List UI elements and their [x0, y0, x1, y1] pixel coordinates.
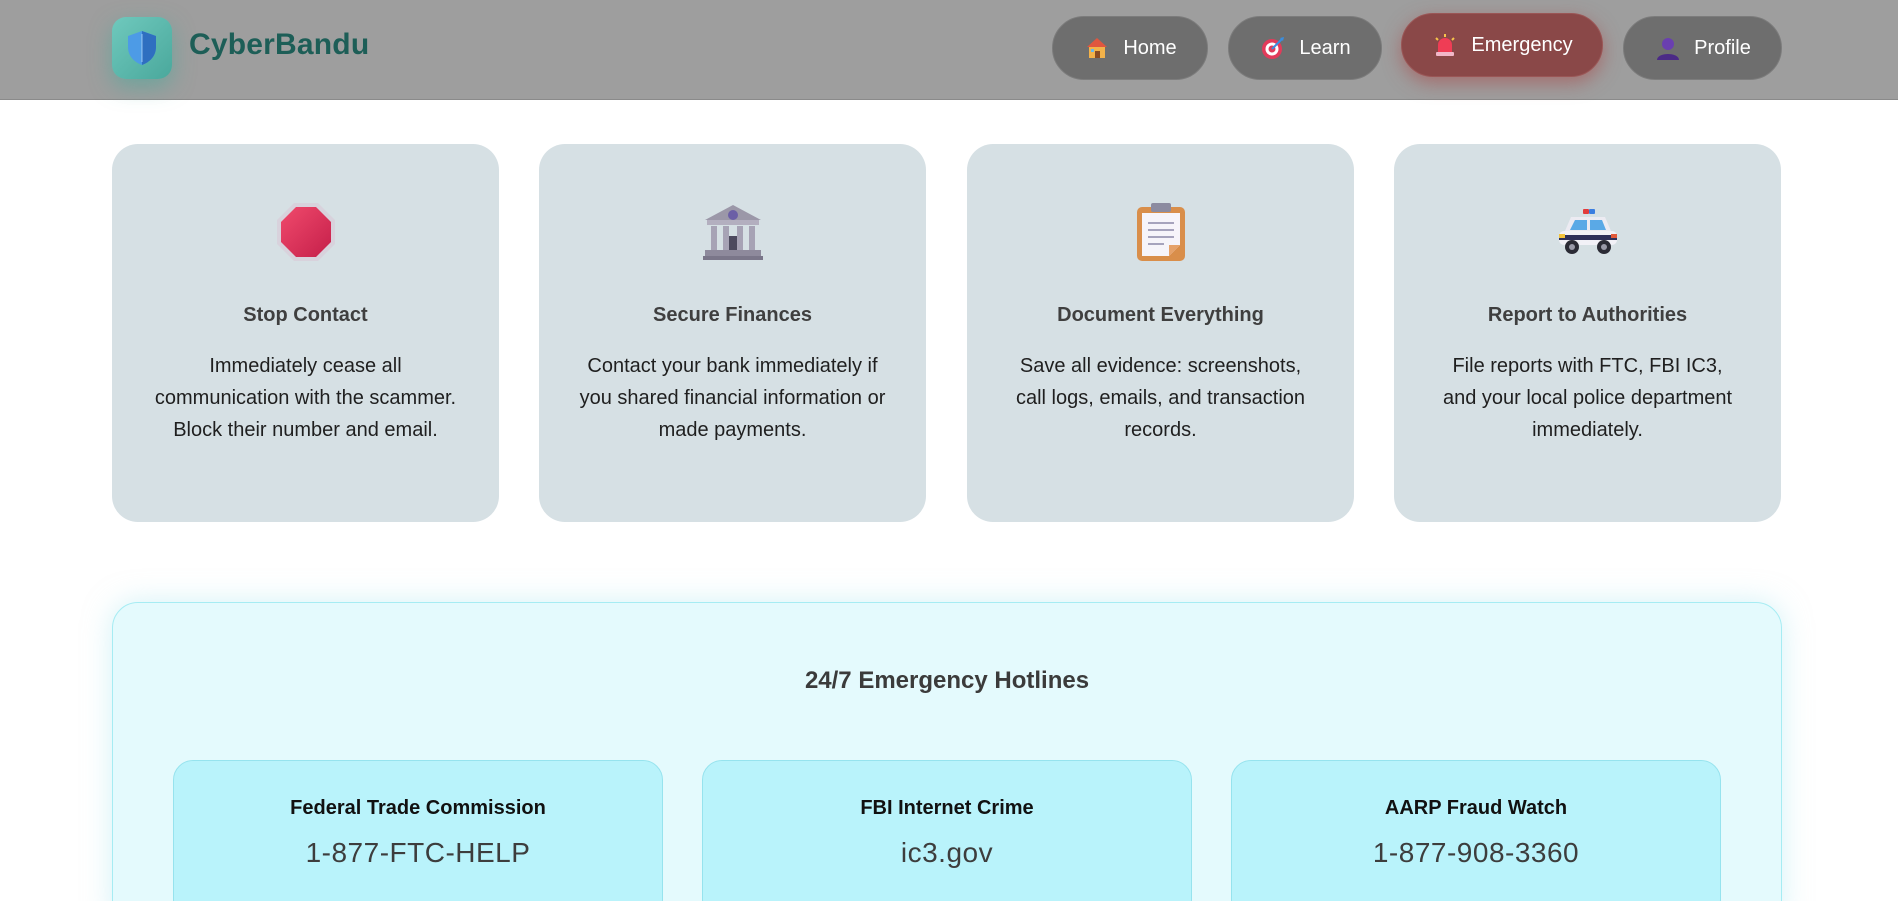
card-text: Contact your bank immediately if you sha…	[579, 355, 886, 441]
siren-icon	[1431, 31, 1459, 59]
top-nav-bar: CyberBandu Home Learn Emergency Profile	[0, 0, 1898, 100]
emergency-hotlines-panel: 24/7 Emergency Hotlines Federal Trade Co…	[112, 602, 1782, 901]
nav-profile-label: Profile	[1694, 36, 1751, 59]
card-title: Stop Contact	[243, 304, 368, 326]
card-stop-contact: Stop Contact Immediately cease all commu…	[112, 144, 499, 522]
hotline-name: AARP Fraud Watch	[1384, 797, 1568, 819]
house-icon	[1083, 34, 1111, 62]
card-title: Report to Authorities	[1487, 304, 1688, 326]
hotline-card-aarp[interactable]: AARP Fraud Watch 1-877-908-3360	[1231, 760, 1721, 901]
clipboard-icon	[967, 200, 1354, 264]
bank-icon	[539, 200, 926, 264]
nav-home-label: Home	[1123, 36, 1177, 59]
stop-sign-icon	[112, 200, 499, 264]
card-text: Immediately cease all communication with…	[154, 355, 457, 441]
user-icon	[1654, 34, 1682, 62]
card-secure-finances: Secure Finances Contact your bank immedi…	[539, 144, 926, 522]
hotline-name: FBI Internet Crime	[860, 797, 1034, 819]
brand-name[interactable]: CyberBandu	[189, 28, 369, 62]
card-text: Save all evidence: screenshots, call log…	[1015, 355, 1306, 441]
hotline-name: Federal Trade Commission	[290, 797, 546, 819]
hotline-link[interactable]: ic3.gov	[703, 837, 1191, 869]
card-title: Secure Finances	[653, 304, 812, 326]
shield-icon	[128, 31, 156, 65]
card-document-everything: Document Everything Save all evidence: s…	[967, 144, 1354, 522]
hotlines-title: 24/7 Emergency Hotlines	[804, 667, 1090, 694]
target-icon	[1259, 34, 1287, 62]
card-report-authorities: Report to Authorities File reports with …	[1394, 144, 1781, 522]
hotline-number[interactable]: 1-877-FTC-HELP	[174, 837, 662, 869]
card-title: Document Everything	[1057, 304, 1264, 326]
hotline-number[interactable]: 1-877-908-3360	[1232, 837, 1720, 869]
logo[interactable]	[112, 17, 172, 79]
nav-learn-label: Learn	[1299, 36, 1351, 59]
police-car-icon	[1394, 200, 1781, 264]
nav-learn-button[interactable]: Learn	[1228, 16, 1382, 80]
nav-emergency-label: Emergency	[1471, 33, 1573, 56]
card-text: File reports with FTC, FBI IC3, and your…	[1442, 355, 1733, 441]
hotline-card-ftc[interactable]: Federal Trade Commission 1-877-FTC-HELP	[173, 760, 663, 901]
nav-emergency-button[interactable]: Emergency	[1401, 13, 1603, 77]
nav-home-button[interactable]: Home	[1052, 16, 1208, 80]
hotline-card-fbi[interactable]: FBI Internet Crime ic3.gov	[702, 760, 1192, 901]
nav-profile-button[interactable]: Profile	[1623, 16, 1782, 80]
